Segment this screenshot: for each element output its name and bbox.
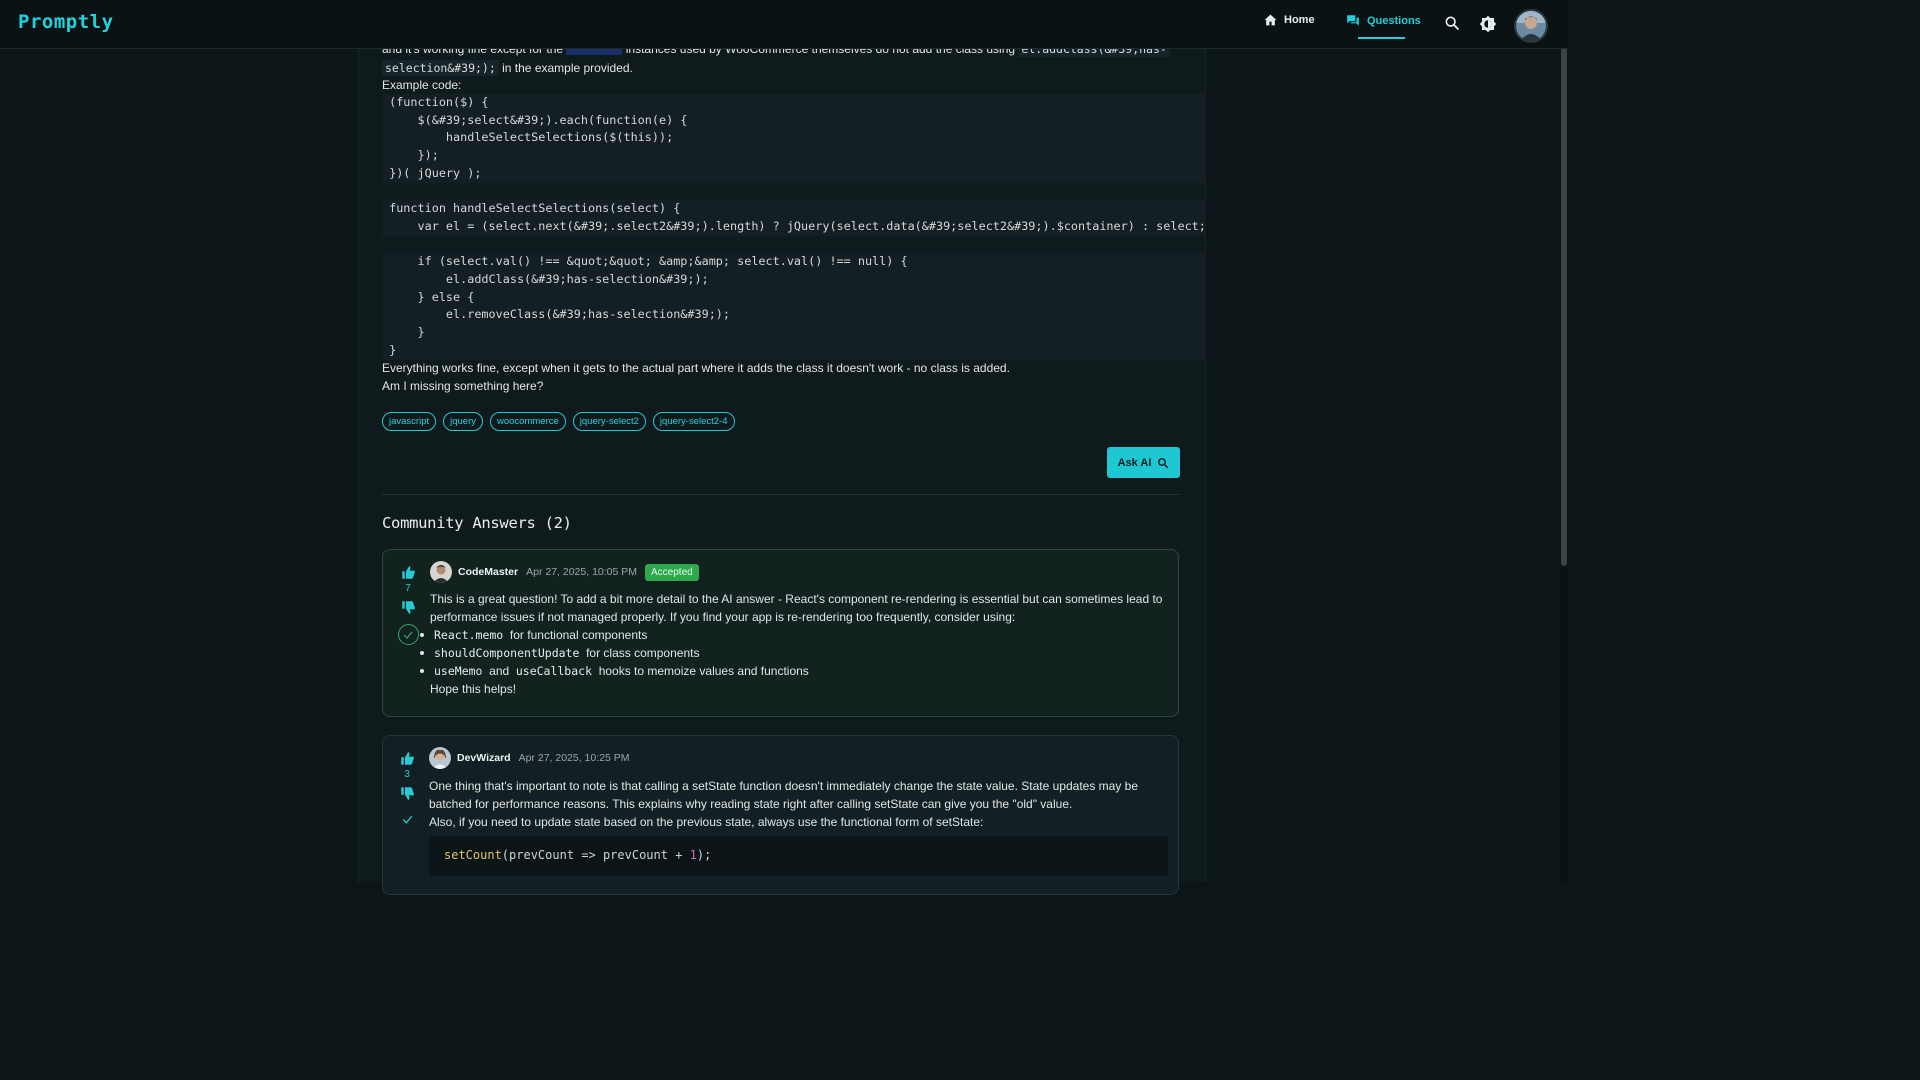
user-avatar[interactable] <box>1514 9 1548 43</box>
answer-paragraph: One thing that's important to note is th… <box>429 779 1139 811</box>
code-line: })( jQuery ); <box>382 164 1206 183</box>
search-icon <box>1445 16 1459 30</box>
nav-questions-link[interactable]: Questions <box>1346 14 1421 27</box>
answer-author[interactable]: DevWizard <box>457 752 511 764</box>
code-line: }); <box>382 147 1206 165</box>
answer-body: This is a great question! To add a bit m… <box>420 590 1170 698</box>
answer-date: Apr 27, 2025, 10:25 PM <box>518 752 630 764</box>
thumbs-up-icon[interactable] <box>401 565 416 580</box>
question-body-closing: Am I missing something here? <box>382 379 544 393</box>
example-code-label: Example code: <box>382 78 462 92</box>
code-line: } <box>382 341 1206 360</box>
code-line: el.addClass(&#39;has-selection&#39;); <box>382 271 1206 289</box>
scrollbar-thumb[interactable] <box>1561 28 1567 566</box>
top-navbar: Promptly Home Questions <box>0 0 1568 49</box>
answer-paragraph: This is a great question! To add a bit m… <box>430 592 1163 624</box>
tag-javascript[interactable]: javascript <box>382 412 437 431</box>
code-line: (function($) { <box>382 94 1206 112</box>
tag-jquery[interactable]: jquery <box>443 412 483 431</box>
home-icon <box>1264 14 1277 26</box>
code-line: handleSelectSelections($(this)); <box>382 129 1206 148</box>
author-avatar-image <box>430 561 452 583</box>
question-body-line-2: selection&#39;); in the example provided… <box>382 59 633 77</box>
code-line: el.removeClass(&#39;has-selection&#39;); <box>382 306 1206 325</box>
app-logo[interactable]: Promptly <box>18 11 114 33</box>
ask-ai-button[interactable]: Ask AI <box>1107 447 1180 478</box>
avatar[interactable] <box>429 747 451 769</box>
question-code-block: (function($) { $(&#39;select&#39;).each(… <box>382 94 1206 360</box>
answer-closing: Hope this helps! <box>430 682 517 696</box>
tag-woocommerce[interactable]: woocommerce <box>490 412 566 431</box>
ask-ai-label: Ask AI <box>1117 456 1152 469</box>
nav-home-link[interactable]: Home <box>1264 14 1315 26</box>
answer-vote-controls: 7 <box>397 565 419 645</box>
answer-meta: DevWizard Apr 27, 2025, 10:25 PM <box>429 747 630 769</box>
page-scrollbar[interactable] <box>1560 0 1568 882</box>
answer-paragraph: Also, if you need to update state based … <box>429 815 984 829</box>
list-item: React.memo for functional components <box>420 626 1170 644</box>
answer-meta: CodeMaster Apr 27, 2025, 10:05 PM Accept… <box>430 561 699 583</box>
avatar[interactable] <box>430 561 452 583</box>
answer-list: React.memo for functional components sho… <box>420 626 1170 680</box>
search-button[interactable] <box>1444 15 1460 36</box>
nav-home-label: Home <box>1284 14 1315 26</box>
vote-count: 3 <box>404 769 410 780</box>
tag-jquery-select2-4[interactable]: jquery-select2-4 <box>652 412 735 431</box>
thumbs-up-icon[interactable] <box>400 751 415 766</box>
code-line: } else { <box>382 288 1206 307</box>
answer-date: Apr 27, 2025, 10:05 PM <box>526 566 638 578</box>
answer-author[interactable]: CodeMaster <box>458 566 518 578</box>
nav-active-indicator <box>1358 37 1405 39</box>
list-item: useMemo and useCallback hooks to memoize… <box>420 662 1170 680</box>
tag-list: javascript jquery woocommerce jquery-sel… <box>382 412 735 431</box>
community-answers-heading: Community Answers (2) <box>382 514 572 532</box>
accept-answer-button[interactable] <box>397 624 419 645</box>
nav-questions-label: Questions <box>1367 14 1421 27</box>
thumbs-down-icon[interactable] <box>400 786 415 801</box>
check-icon <box>403 631 413 639</box>
accepted-badge: Accepted <box>645 563 699 581</box>
theme-toggle-button[interactable] <box>1479 15 1497 38</box>
section-divider <box>382 494 1180 495</box>
answer-vote-controls: 3 <box>397 751 417 826</box>
code-line: $(&#39;select&#39;).each(function(e) { <box>382 111 1206 130</box>
search-icon <box>1158 457 1169 468</box>
list-item: shouldComponentUpdate for class componen… <box>420 644 1170 662</box>
code-line: function handleSelectSelections(select) … <box>382 200 1206 218</box>
check-icon[interactable] <box>401 813 414 826</box>
theme-toggle-icon <box>1479 15 1497 33</box>
vote-count: 7 <box>405 583 411 594</box>
thumbs-down-icon[interactable] <box>401 600 416 615</box>
answer-body: One thing that's important to note is th… <box>429 777 1169 831</box>
author-avatar-image <box>429 747 451 769</box>
user-avatar-image <box>1516 11 1546 41</box>
code-line: } <box>382 324 1206 342</box>
code-line: if (select.val() !== &quot;&quot; &amp;&… <box>382 253 1206 272</box>
code-line: var el = (select.next(&#39;.select2&#39;… <box>382 217 1206 236</box>
answer-code-block: setCount(prevCount => prevCount + 1); <box>429 836 1168 876</box>
tag-jquery-select2[interactable]: jquery-select2 <box>572 412 646 431</box>
question-body-after-code: Everything works fine, except when it ge… <box>382 361 1010 375</box>
questions-icon <box>1347 15 1359 26</box>
